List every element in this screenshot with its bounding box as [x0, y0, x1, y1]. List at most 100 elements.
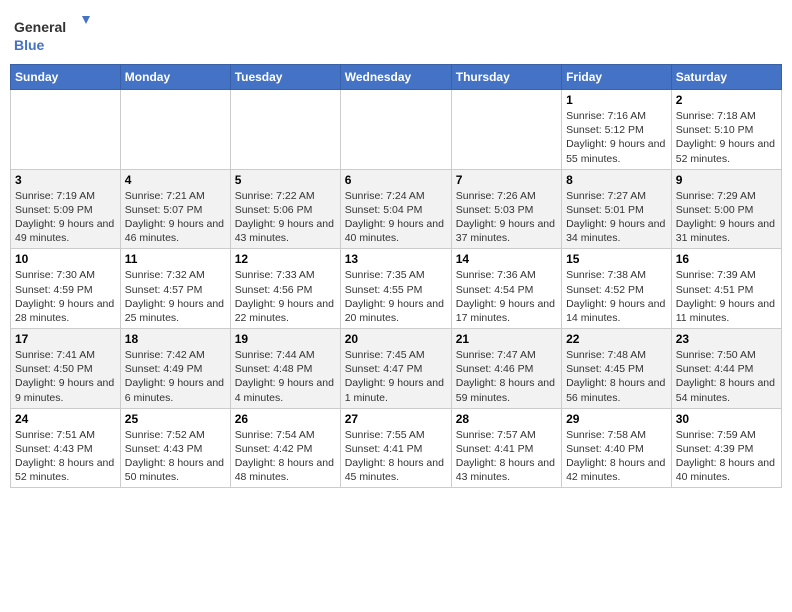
calendar-week-row: 1 Sunrise: 7:16 AMSunset: 5:12 PMDaylight… — [11, 90, 782, 170]
day-info: Sunrise: 7:32 AMSunset: 4:57 PMDaylight:… — [125, 268, 226, 325]
calendar-cell: 3 Sunrise: 7:19 AMSunset: 5:09 PMDaylight… — [11, 169, 121, 249]
calendar-cell: 12 Sunrise: 7:33 AMSunset: 4:56 PMDayligh… — [230, 249, 340, 329]
calendar-cell: 18 Sunrise: 7:42 AMSunset: 4:49 PMDayligh… — [120, 329, 230, 409]
day-header: Friday — [562, 65, 672, 90]
header-row: SundayMondayTuesdayWednesdayThursdayFrid… — [11, 65, 782, 90]
day-number: 19 — [235, 332, 336, 346]
calendar-cell: 27 Sunrise: 7:55 AMSunset: 4:41 PMDayligh… — [340, 408, 451, 488]
svg-text:General: General — [14, 19, 66, 35]
calendar-cell: 7 Sunrise: 7:26 AMSunset: 5:03 PMDaylight… — [451, 169, 561, 249]
day-number: 8 — [566, 173, 667, 187]
day-header: Saturday — [671, 65, 781, 90]
day-number: 28 — [456, 412, 557, 426]
day-info: Sunrise: 7:39 AMSunset: 4:51 PMDaylight:… — [676, 268, 777, 325]
day-number: 1 — [566, 93, 667, 107]
day-number: 3 — [15, 173, 116, 187]
day-number: 12 — [235, 252, 336, 266]
calendar-cell — [120, 90, 230, 170]
day-number: 24 — [15, 412, 116, 426]
day-info: Sunrise: 7:54 AMSunset: 4:42 PMDaylight:… — [235, 428, 336, 485]
day-number: 29 — [566, 412, 667, 426]
calendar-cell — [340, 90, 451, 170]
calendar-table: SundayMondayTuesdayWednesdayThursdayFrid… — [10, 64, 782, 488]
day-info: Sunrise: 7:33 AMSunset: 4:56 PMDaylight:… — [235, 268, 336, 325]
day-info: Sunrise: 7:16 AMSunset: 5:12 PMDaylight:… — [566, 109, 667, 166]
day-info: Sunrise: 7:44 AMSunset: 4:48 PMDaylight:… — [235, 348, 336, 405]
calendar-cell: 1 Sunrise: 7:16 AMSunset: 5:12 PMDaylight… — [562, 90, 672, 170]
day-info: Sunrise: 7:26 AMSunset: 5:03 PMDaylight:… — [456, 189, 557, 246]
calendar-cell: 29 Sunrise: 7:58 AMSunset: 4:40 PMDayligh… — [562, 408, 672, 488]
day-number: 21 — [456, 332, 557, 346]
calendar-cell: 8 Sunrise: 7:27 AMSunset: 5:01 PMDaylight… — [562, 169, 672, 249]
day-info: Sunrise: 7:30 AMSunset: 4:59 PMDaylight:… — [15, 268, 116, 325]
day-number: 15 — [566, 252, 667, 266]
day-header: Thursday — [451, 65, 561, 90]
svg-text:Blue: Blue — [14, 37, 45, 53]
calendar-cell: 16 Sunrise: 7:39 AMSunset: 4:51 PMDayligh… — [671, 249, 781, 329]
day-info: Sunrise: 7:48 AMSunset: 4:45 PMDaylight:… — [566, 348, 667, 405]
day-info: Sunrise: 7:58 AMSunset: 4:40 PMDaylight:… — [566, 428, 667, 485]
day-number: 14 — [456, 252, 557, 266]
day-info: Sunrise: 7:42 AMSunset: 4:49 PMDaylight:… — [125, 348, 226, 405]
calendar-week-row: 17 Sunrise: 7:41 AMSunset: 4:50 PMDayligh… — [11, 329, 782, 409]
day-number: 11 — [125, 252, 226, 266]
calendar-cell: 6Sunrise: 7:24 AMSunset: 5:04 PMDaylight… — [340, 169, 451, 249]
calendar-cell: 11 Sunrise: 7:32 AMSunset: 4:57 PMDayligh… — [120, 249, 230, 329]
day-number: 26 — [235, 412, 336, 426]
calendar-cell: 14Sunrise: 7:36 AMSunset: 4:54 PMDayligh… — [451, 249, 561, 329]
calendar-week-row: 24 Sunrise: 7:51 AMSunset: 4:43 PMDayligh… — [11, 408, 782, 488]
day-info: Sunrise: 7:21 AMSunset: 5:07 PMDaylight:… — [125, 189, 226, 246]
calendar-cell: 28 Sunrise: 7:57 AMSunset: 4:41 PMDayligh… — [451, 408, 561, 488]
calendar-cell — [11, 90, 121, 170]
day-header: Sunday — [11, 65, 121, 90]
day-info: Sunrise: 7:50 AMSunset: 4:44 PMDaylight:… — [676, 348, 777, 405]
day-info: Sunrise: 7:45 AMSunset: 4:47 PMDaylight:… — [345, 348, 447, 405]
calendar-cell: 19 Sunrise: 7:44 AMSunset: 4:48 PMDayligh… — [230, 329, 340, 409]
day-header: Tuesday — [230, 65, 340, 90]
calendar-cell: 5 Sunrise: 7:22 AMSunset: 5:06 PMDaylight… — [230, 169, 340, 249]
calendar-cell: 24 Sunrise: 7:51 AMSunset: 4:43 PMDayligh… — [11, 408, 121, 488]
calendar-cell: 30Sunrise: 7:59 AMSunset: 4:39 PMDayligh… — [671, 408, 781, 488]
day-info: Sunrise: 7:38 AMSunset: 4:52 PMDaylight:… — [566, 268, 667, 325]
page-header: General Blue — [10, 10, 782, 56]
day-info: Sunrise: 7:19 AMSunset: 5:09 PMDaylight:… — [15, 189, 116, 246]
calendar-cell: 17 Sunrise: 7:41 AMSunset: 4:50 PMDayligh… — [11, 329, 121, 409]
day-number: 23 — [676, 332, 777, 346]
day-info: Sunrise: 7:18 AMSunset: 5:10 PMDaylight:… — [676, 109, 777, 166]
day-number: 17 — [15, 332, 116, 346]
day-info: Sunrise: 7:22 AMSunset: 5:06 PMDaylight:… — [235, 189, 336, 246]
day-info: Sunrise: 7:52 AMSunset: 4:43 PMDaylight:… — [125, 428, 226, 485]
day-info: Sunrise: 7:59 AMSunset: 4:39 PMDaylight:… — [676, 428, 777, 485]
day-header: Monday — [120, 65, 230, 90]
day-number: 13 — [345, 252, 447, 266]
logo: General Blue — [14, 14, 94, 56]
day-header: Wednesday — [340, 65, 451, 90]
day-number: 20 — [345, 332, 447, 346]
calendar-week-row: 3 Sunrise: 7:19 AMSunset: 5:09 PMDaylight… — [11, 169, 782, 249]
day-number: 7 — [456, 173, 557, 187]
day-number: 27 — [345, 412, 447, 426]
day-info: Sunrise: 7:29 AMSunset: 5:00 PMDaylight:… — [676, 189, 777, 246]
calendar-week-row: 10Sunrise: 7:30 AMSunset: 4:59 PMDayligh… — [11, 249, 782, 329]
day-number: 4 — [125, 173, 226, 187]
day-info: Sunrise: 7:41 AMSunset: 4:50 PMDaylight:… — [15, 348, 116, 405]
day-info: Sunrise: 7:51 AMSunset: 4:43 PMDaylight:… — [15, 428, 116, 485]
day-info: Sunrise: 7:24 AMSunset: 5:04 PMDaylight:… — [345, 189, 447, 246]
calendar-cell: 9Sunrise: 7:29 AMSunset: 5:00 PMDaylight… — [671, 169, 781, 249]
calendar-cell: 4 Sunrise: 7:21 AMSunset: 5:07 PMDaylight… — [120, 169, 230, 249]
day-number: 5 — [235, 173, 336, 187]
day-info: Sunrise: 7:47 AMSunset: 4:46 PMDaylight:… — [456, 348, 557, 405]
calendar-cell — [230, 90, 340, 170]
day-info: Sunrise: 7:57 AMSunset: 4:41 PMDaylight:… — [456, 428, 557, 485]
logo-svg: General Blue — [14, 14, 94, 56]
day-info: Sunrise: 7:55 AMSunset: 4:41 PMDaylight:… — [345, 428, 447, 485]
calendar-cell: 22Sunrise: 7:48 AMSunset: 4:45 PMDayligh… — [562, 329, 672, 409]
calendar-cell: 21 Sunrise: 7:47 AMSunset: 4:46 PMDayligh… — [451, 329, 561, 409]
calendar-cell: 23 Sunrise: 7:50 AMSunset: 4:44 PMDayligh… — [671, 329, 781, 409]
calendar-cell: 25Sunrise: 7:52 AMSunset: 4:43 PMDayligh… — [120, 408, 230, 488]
day-info: Sunrise: 7:27 AMSunset: 5:01 PMDaylight:… — [566, 189, 667, 246]
calendar-cell: 26 Sunrise: 7:54 AMSunset: 4:42 PMDayligh… — [230, 408, 340, 488]
day-number: 18 — [125, 332, 226, 346]
calendar-cell — [451, 90, 561, 170]
day-number: 16 — [676, 252, 777, 266]
